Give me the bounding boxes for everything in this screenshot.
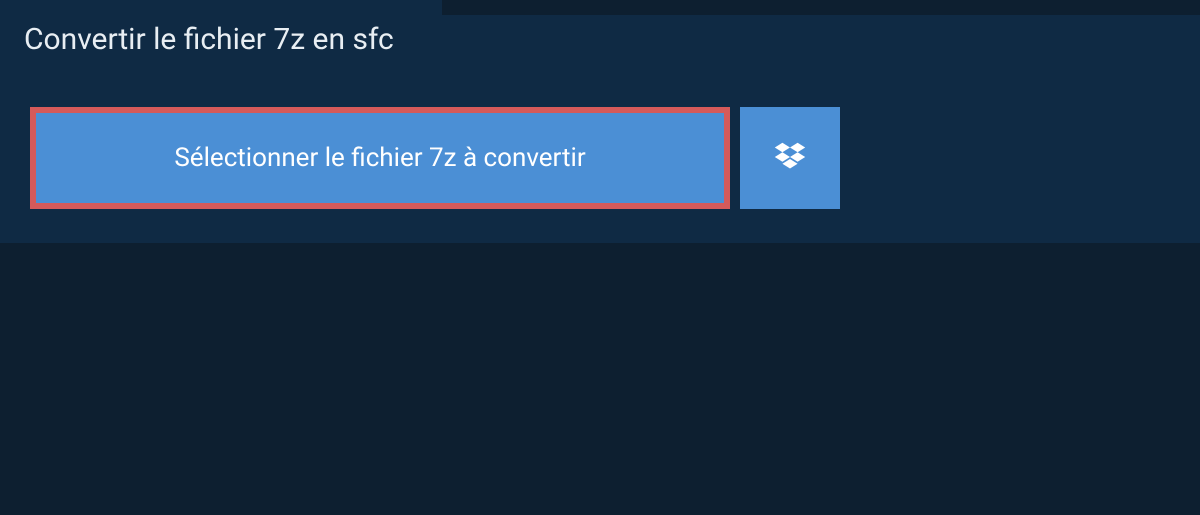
title-text: Convertir le fichier 7z en sfc [24,22,394,57]
dropbox-button[interactable] [740,107,840,209]
converter-panel: Convertir le fichier 7z en sfc Sélection… [0,15,1200,243]
select-file-button[interactable]: Sélectionner le fichier 7z à convertir [30,107,730,209]
dropbox-icon [771,139,809,177]
select-file-label: Sélectionner le fichier 7z à convertir [174,143,585,173]
page-title: Convertir le fichier 7z en sfc [0,0,442,79]
button-row: Sélectionner le fichier 7z à convertir [0,79,1200,243]
